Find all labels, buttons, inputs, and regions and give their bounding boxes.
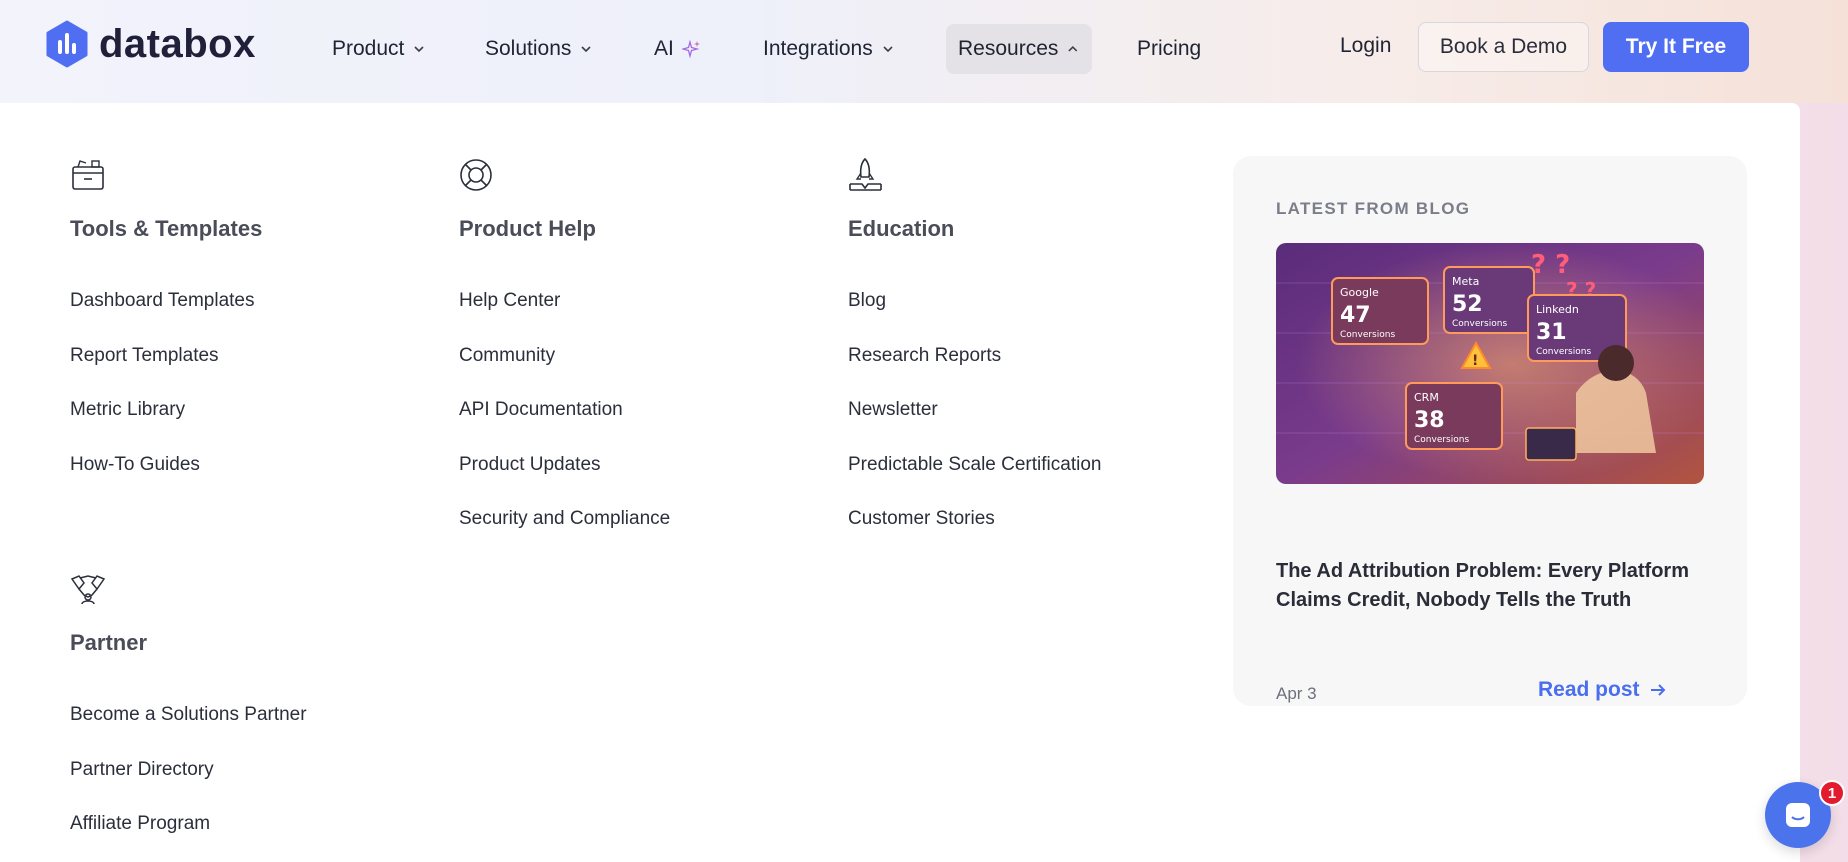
top-header: databox Product Solutions AI Integration… <box>0 0 1848 103</box>
lifebuoy-icon <box>460 159 492 191</box>
nav-resources[interactable]: Resources <box>946 24 1092 74</box>
link-blog[interactable]: Blog <box>848 274 1101 329</box>
link-community[interactable]: Community <box>459 329 670 384</box>
nav-solutions-label: Solutions <box>485 37 572 60</box>
product-help-section: Product Help Help Center Community API D… <box>459 157 670 547</box>
logo-icon <box>46 20 88 68</box>
blog-post-title[interactable]: The Ad Attribution Problem: Every Platfo… <box>1276 557 1696 615</box>
try-free-button[interactable]: Try It Free <box>1603 22 1749 72</box>
link-partner-directory[interactable]: Partner Directory <box>70 743 307 798</box>
sparkle-icon <box>681 39 700 59</box>
link-api-documentation[interactable]: API Documentation <box>459 383 670 438</box>
nav-product[interactable]: Product <box>332 24 426 74</box>
nav-solutions[interactable]: Solutions <box>485 24 593 74</box>
login-link[interactable]: Login <box>1340 34 1391 58</box>
partner-title: Partner <box>70 630 148 655</box>
partner-section: Partner Become a Solutions Partner Partn… <box>70 571 307 852</box>
product-help-title: Product Help <box>459 216 596 241</box>
svg-text:Linkedn: Linkedn <box>1536 303 1579 316</box>
blog-section-label: LATEST FROM BLOG <box>1276 199 1471 218</box>
nav-pricing[interactable]: Pricing <box>1137 24 1201 74</box>
link-dashboard-templates[interactable]: Dashboard Templates <box>70 274 262 329</box>
latest-blog-card[interactable]: LATEST FROM BLOG ? ? ? ? Google 47 Conve… <box>1233 156 1747 706</box>
link-report-templates[interactable]: Report Templates <box>70 329 262 384</box>
svg-text:52: 52 <box>1452 292 1483 317</box>
arrow-right-icon <box>1650 684 1665 696</box>
link-metric-library[interactable]: Metric Library <box>70 383 262 438</box>
read-post-label: Read post <box>1538 678 1640 701</box>
logo-text: databox <box>99 21 256 66</box>
link-customer-stories[interactable]: Customer Stories <box>848 492 1101 547</box>
svg-text:Google: Google <box>1340 286 1379 299</box>
link-research-reports[interactable]: Research Reports <box>848 329 1101 384</box>
svg-text:Conversions: Conversions <box>1340 330 1395 340</box>
nav-product-label: Product <box>332 37 405 60</box>
resources-menu-panel: Tools & Templates Dashboard Templates Re… <box>0 103 1800 862</box>
nav-ai[interactable]: AI <box>654 24 702 74</box>
databox-logo[interactable]: databox <box>45 20 256 68</box>
link-newsletter[interactable]: Newsletter <box>848 383 1101 438</box>
toolbox-icon <box>72 160 104 190</box>
blog-post-image[interactable]: ? ? ? ? Google 47 Conversions Meta 52 Co… <box>1276 243 1704 484</box>
nav-ai-label: AI <box>654 37 674 60</box>
link-security-compliance[interactable]: Security and Compliance <box>459 492 670 547</box>
handshake-icon <box>70 575 106 605</box>
svg-text:CRM: CRM <box>1414 391 1439 404</box>
chat-notification-badge: 1 <box>1819 780 1845 806</box>
svg-text:Conversions: Conversions <box>1414 435 1469 445</box>
nav-integrations[interactable]: Integrations <box>763 24 895 74</box>
chevron-down-icon <box>581 46 591 53</box>
svg-text:31: 31 <box>1536 320 1567 345</box>
nav-resources-label: Resources <box>958 37 1059 60</box>
book-demo-button[interactable]: Book a Demo <box>1418 22 1589 72</box>
chevron-down-icon <box>883 46 893 53</box>
tools-title: Tools & Templates <box>70 216 263 241</box>
link-how-to-guides[interactable]: How-To Guides <box>70 438 262 493</box>
svg-text:Meta: Meta <box>1452 275 1479 288</box>
nav-pricing-label: Pricing <box>1137 37 1202 60</box>
svg-text:? ?: ? ? <box>1531 250 1570 280</box>
education-section: Education Blog Research Reports Newslett… <box>848 157 1101 547</box>
svg-text:38: 38 <box>1414 408 1445 433</box>
chevron-up-icon <box>1068 45 1078 52</box>
link-help-center[interactable]: Help Center <box>459 274 670 329</box>
link-predictable-scale-certification[interactable]: Predictable Scale Certification <box>848 438 1101 493</box>
svg-text:Conversions: Conversions <box>1536 347 1591 357</box>
svg-text:Conversions: Conversions <box>1452 319 1507 329</box>
link-become-solutions-partner[interactable]: Become a Solutions Partner <box>70 688 307 743</box>
svg-text:47: 47 <box>1340 303 1371 328</box>
chevron-down-icon <box>414 46 424 53</box>
link-affiliate-program[interactable]: Affiliate Program <box>70 797 307 852</box>
link-product-updates[interactable]: Product Updates <box>459 438 670 493</box>
tools-section: Tools & Templates Dashboard Templates Re… <box>70 157 262 492</box>
blog-post-date: Apr 3 <box>1276 684 1317 703</box>
chat-icon <box>1786 803 1810 827</box>
rocket-icon <box>849 157 882 191</box>
nav-integrations-label: Integrations <box>763 37 873 60</box>
read-post-link[interactable]: Read post <box>1538 678 1668 702</box>
svg-text:!: ! <box>1472 353 1478 369</box>
education-title: Education <box>848 216 955 241</box>
